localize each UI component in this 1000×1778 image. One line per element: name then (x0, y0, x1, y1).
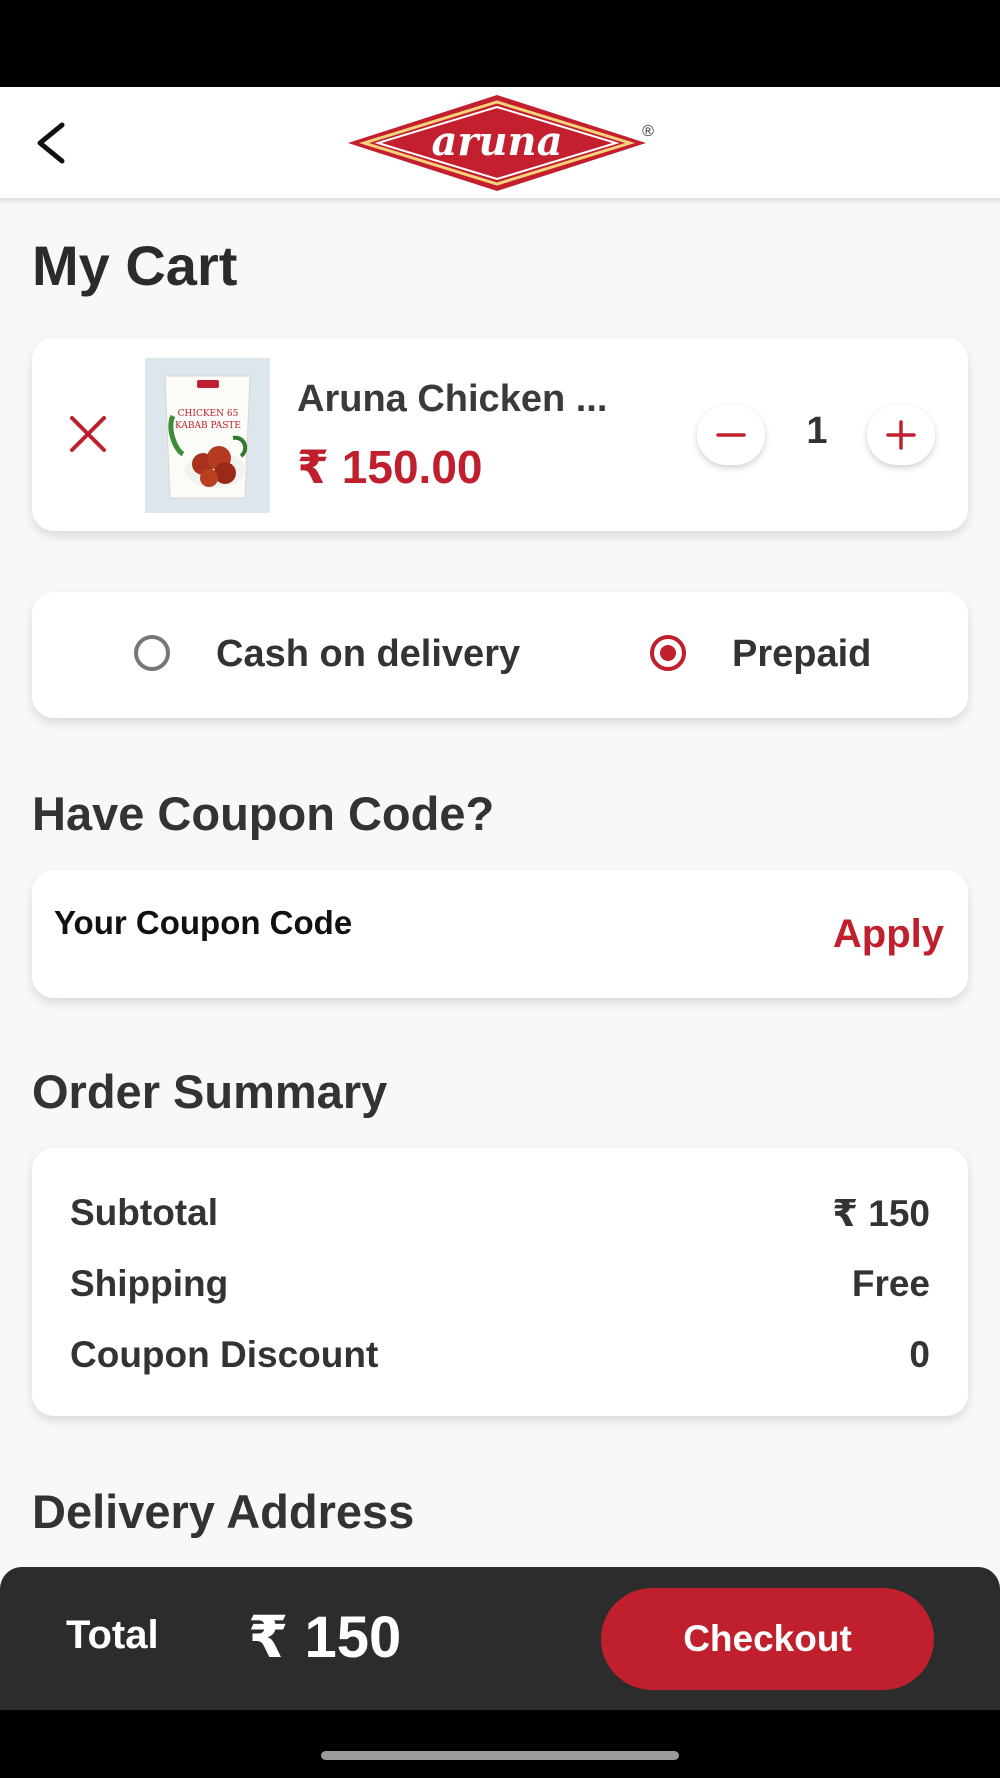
apply-coupon-button[interactable]: Apply (833, 912, 944, 957)
pack-label-2: KABAB PASTE (175, 421, 241, 431)
app-header: aruna ® (0, 87, 1000, 198)
payment-option-cod[interactable]: Cash on delivery (134, 627, 614, 683)
payment-option-label: Prepaid (732, 633, 872, 675)
total-label: Total (66, 1613, 159, 1657)
summary-label: Subtotal (70, 1192, 218, 1233)
summary-label: Shipping (70, 1263, 229, 1304)
chevron-left-icon (37, 122, 65, 164)
pack-label-1: CHICKEN 65 (178, 409, 239, 419)
decrease-quantity-button[interactable] (697, 405, 765, 465)
summary-value: ₹ 150 (832, 1193, 930, 1234)
radio-selected-icon[interactable] (650, 635, 686, 671)
summary-value: Free (851, 1263, 930, 1304)
summary-row-coupon-discount: Coupon Discount 0 (70, 1334, 930, 1384)
quantity-value: 1 (806, 410, 828, 452)
product-image[interactable]: CHICKEN 65 KABAB PASTE (145, 358, 270, 513)
remove-item-button[interactable] (62, 408, 114, 460)
back-button[interactable] (28, 113, 80, 173)
payment-method-card: Cash on delivery Prepaid (32, 592, 968, 718)
delivery-address-title: Delivery Address (32, 1485, 415, 1538)
system-nav-bar (0, 1710, 1000, 1778)
coupon-card: Apply (32, 870, 968, 998)
checkout-button[interactable]: Checkout (601, 1588, 934, 1690)
order-summary-card: Subtotal ₹ 150 Shipping Free Coupon Disc… (32, 1148, 968, 1416)
minus-icon (716, 433, 746, 437)
summary-value: 0 (909, 1334, 930, 1375)
product-price: ₹ 150.00 (297, 441, 483, 493)
coupon-code-input[interactable] (54, 900, 774, 946)
logo-wordmark: aruna (431, 118, 562, 165)
total-value: ₹ 150 (248, 1605, 402, 1670)
product-name[interactable]: Aruna Chicken ... (297, 378, 607, 421)
payment-option-label: Cash on delivery (216, 633, 521, 675)
summary-row-subtotal: Subtotal ₹ 150 (70, 1192, 930, 1242)
increase-quantity-button[interactable] (867, 405, 935, 465)
coupon-section-title: Have Coupon Code? (32, 787, 495, 840)
plus-icon (886, 420, 916, 450)
payment-option-prepaid[interactable]: Prepaid (650, 627, 950, 683)
cart-item: CHICKEN 65 KABAB PASTE Aruna Chicken ...… (32, 338, 968, 531)
brand-logo: aruna ® (342, 93, 662, 195)
summary-row-shipping: Shipping Free (70, 1263, 930, 1313)
page-title: My Cart (32, 234, 238, 297)
order-summary-title: Order Summary (32, 1065, 388, 1118)
close-icon (70, 416, 106, 452)
status-bar (0, 0, 1000, 87)
radio-unselected-icon[interactable] (134, 635, 170, 671)
registered-mark: ® (642, 123, 654, 140)
home-indicator[interactable] (321, 1751, 679, 1760)
summary-label: Coupon Discount (70, 1334, 379, 1375)
